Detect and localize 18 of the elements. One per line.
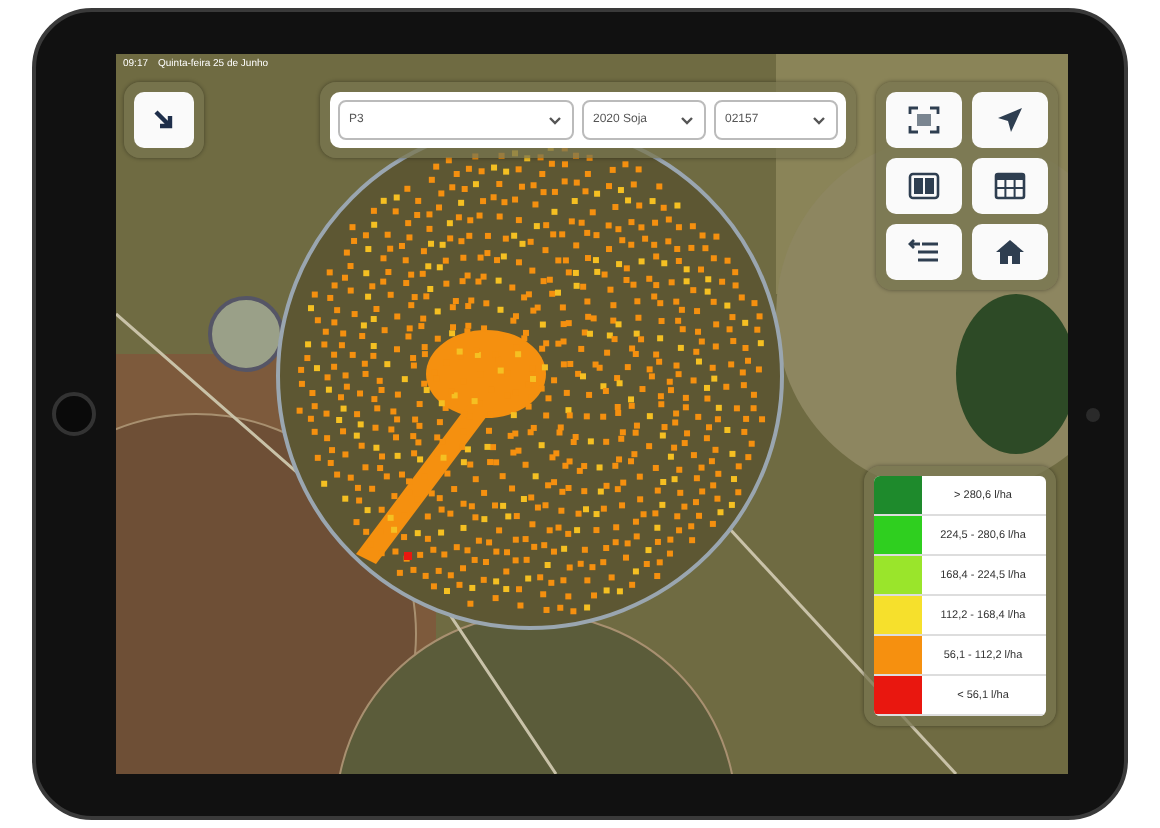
split-view-icon bbox=[907, 172, 939, 200]
arrow-list-icon bbox=[907, 238, 939, 266]
table-icon bbox=[993, 172, 1025, 200]
home-icon bbox=[993, 238, 1025, 266]
chevron-down-icon bbox=[547, 115, 561, 125]
chevron-down-icon bbox=[679, 115, 693, 125]
swap-list-button[interactable] bbox=[885, 224, 961, 280]
collapse-button[interactable] bbox=[133, 92, 193, 148]
fullscreen-button[interactable] bbox=[885, 92, 961, 148]
fullscreen-icon bbox=[907, 106, 939, 134]
navigation-button[interactable] bbox=[971, 92, 1047, 148]
home-button[interactable] bbox=[971, 224, 1047, 280]
chevron-down-icon bbox=[811, 115, 825, 125]
arrow-down-right-icon bbox=[151, 108, 175, 132]
table-button[interactable] bbox=[971, 158, 1047, 214]
navigation-arrow-icon bbox=[993, 106, 1025, 134]
split-view-button[interactable] bbox=[885, 158, 961, 214]
camera-dot bbox=[1086, 407, 1100, 421]
